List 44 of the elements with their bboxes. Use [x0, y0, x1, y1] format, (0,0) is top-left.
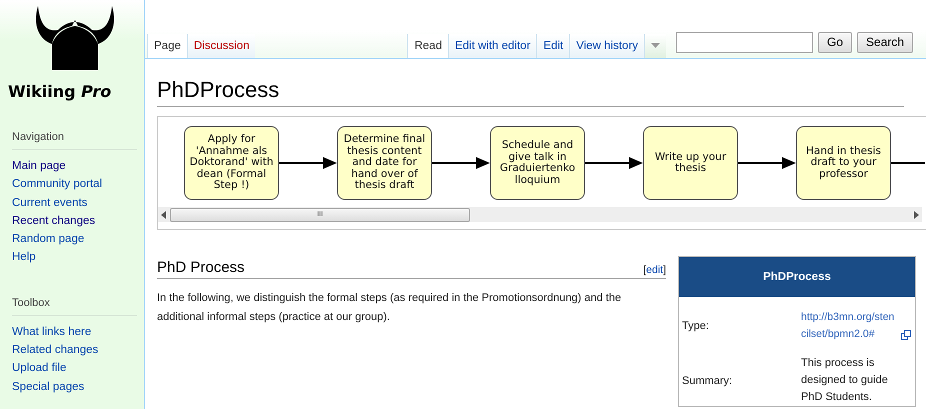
flow-arrow [738, 156, 796, 170]
sidebar-link[interactable]: Main page [12, 157, 66, 176]
go-button[interactable]: Go [818, 32, 852, 52]
sidebar-link[interactable]: Related changes [12, 341, 98, 360]
tab[interactable]: View history [569, 34, 644, 58]
sidebar-link[interactable]: Random page [12, 230, 84, 248]
bracket: [ [643, 264, 646, 276]
sidebar-link[interactable]: What links here [12, 322, 92, 342]
site-logo-text[interactable]: Wikiing Pro [8, 82, 144, 101]
process-step: Schedule and give talk in Graduiertenko lloquium [490, 126, 585, 200]
tab[interactable]: Edit with editor [448, 34, 536, 58]
sidebar-link[interactable]: Upload file [12, 359, 66, 378]
infobox-title: PhDProcess [678, 256, 916, 297]
paragraph: In the following, we distinguish the formal steps (as required in the Promotionsordnung) and the additional informal steps (practice at our group). [157, 291, 622, 325]
external-link[interactable]: http://b3mn.org/stencilset/bpmn2.0# [801, 309, 899, 343]
sidebar-link[interactable]: Community portal [12, 175, 102, 194]
portal-heading: Toolbox [12, 296, 137, 316]
portal-heading: Navigation [12, 131, 137, 150]
tab[interactable]: Edit [536, 34, 570, 58]
sidebar-link[interactable]: Help [12, 248, 36, 267]
sidebar-link[interactable]: Recent changes [12, 212, 96, 230]
infobox-label: Type: [678, 297, 797, 343]
process-step: Determine final thesis content and date for hand over of thesis draft [337, 126, 432, 200]
section-heading: PhD Process [157, 259, 246, 276]
bracket: ] [663, 264, 666, 276]
process-step: Write up your thesis [643, 126, 738, 200]
infobox-value: This process is designed to guide PhD Students. [801, 357, 888, 403]
infobox-label: Summary: [678, 343, 797, 406]
tab[interactable]: Discussion [186, 34, 256, 58]
process-step: Hand in thesis draft to your professor [796, 126, 891, 200]
tab[interactable]: Read [407, 34, 448, 58]
search-field[interactable] [676, 32, 814, 52]
flow-arrow [432, 156, 490, 170]
edit-link[interactable]: edit [646, 264, 664, 276]
external-link-icon [901, 330, 911, 340]
page-title: PhDProcess [157, 77, 904, 107]
flow-arrow [279, 156, 337, 170]
tab[interactable]: Page [147, 34, 187, 58]
search-button[interactable]: Search [857, 32, 914, 52]
dropdown-caret-icon[interactable] [644, 34, 666, 58]
sidebar-link[interactable]: Current events [12, 194, 88, 212]
process-step: Apply for 'Annahme als Doktorand' with dean (Formal Step !) [184, 126, 279, 200]
flow-arrow [585, 156, 643, 170]
sidebar-link[interactable]: Special pages [12, 378, 84, 396]
